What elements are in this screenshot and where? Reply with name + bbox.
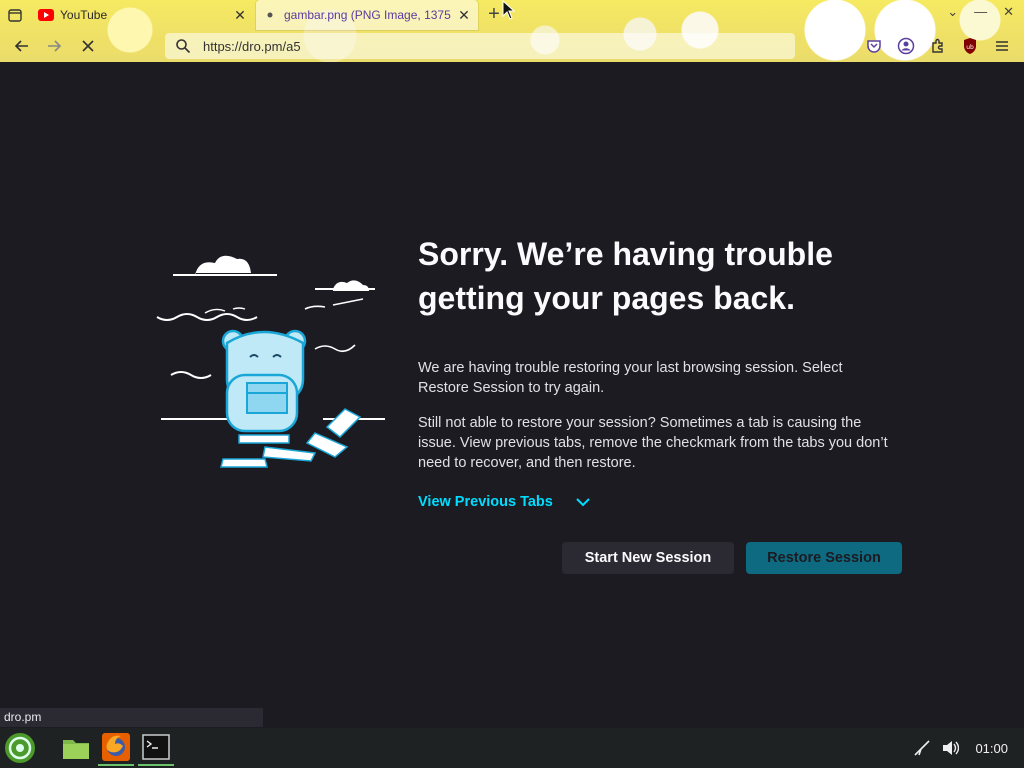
link-status-bar: dro.pm	[0, 708, 263, 727]
window-controls: ⌄ — ✕	[947, 4, 1014, 20]
clock[interactable]: 01:00	[975, 741, 1008, 756]
volume-icon[interactable]	[941, 739, 960, 757]
url-bar[interactable]: https://dro.pm/a5	[165, 33, 795, 59]
sad-bear-illustration	[156, 255, 385, 468]
back-button[interactable]	[10, 34, 34, 58]
tab-list-icon	[8, 9, 22, 22]
tab-label: YouTube	[60, 8, 108, 22]
restore-session-button[interactable]: Restore Session	[746, 542, 902, 574]
url-text: https://dro.pm/a5	[203, 38, 301, 54]
system-tray: 01:00	[913, 728, 1024, 768]
stop-icon	[82, 40, 94, 52]
close-window-icon[interactable]: ✕	[1003, 4, 1014, 20]
firefox-icon	[102, 733, 130, 761]
stop-button[interactable]	[76, 34, 100, 58]
opensuse-menu-icon	[5, 733, 35, 763]
restore-help-text: Still not able to restore your session? …	[418, 415, 888, 471]
minimize-icon[interactable]: —	[974, 4, 987, 20]
close-tab-icon[interactable]: ✕	[456, 7, 472, 24]
tab-youtube[interactable]: YouTube ✕	[32, 0, 254, 30]
taskbar: 01:00	[0, 728, 1024, 768]
loading-dot-icon	[262, 7, 278, 23]
close-tab-icon[interactable]: ✕	[232, 7, 248, 24]
pocket-icon[interactable]	[865, 37, 883, 55]
file-manager-icon	[63, 740, 89, 759]
menu-icon[interactable]	[993, 37, 1011, 55]
chevron-down-icon	[576, 498, 590, 507]
terminal-icon	[142, 734, 170, 760]
mouse-cursor-icon	[502, 0, 516, 20]
file-manager-button[interactable]	[58, 730, 94, 766]
start-new-session-button[interactable]: Start New Session	[562, 542, 734, 574]
tab-label: gambar.png (PNG Image, 1375	[284, 8, 451, 22]
ublock-icon[interactable]: ub	[961, 37, 979, 55]
opensuse-menu-button[interactable]	[2, 730, 38, 766]
back-arrow-icon	[14, 40, 28, 52]
extensions-icon[interactable]	[929, 37, 947, 55]
navigation-bar: https://dro.pm/a5 ub	[0, 30, 1024, 62]
account-icon[interactable]	[897, 37, 915, 55]
search-icon	[176, 39, 191, 54]
view-previous-tabs-label: View Previous Tabs	[418, 494, 553, 510]
forward-arrow-icon	[48, 40, 62, 52]
network-icon[interactable]	[913, 739, 931, 757]
firefox-taskbar-button[interactable]	[98, 730, 134, 766]
terminal-taskbar-button[interactable]	[138, 730, 174, 766]
view-previous-tabs-toggle[interactable]: View Previous Tabs	[418, 494, 591, 510]
session-restore-page: Sorry. We’re having trouble getting your…	[0, 62, 1024, 708]
svg-text:ub: ub	[966, 44, 974, 51]
chevron-down-icon[interactable]: ⌄	[947, 4, 958, 20]
tab-gambar-image[interactable]: gambar.png (PNG Image, 1375 ✕	[256, 0, 478, 30]
browser-chrome: YouTube ✕ gambar.png (PNG Image, 1375 ✕ …	[0, 0, 1024, 62]
restore-description: We are having trouble restoring your las…	[418, 360, 843, 396]
page-title: Sorry. We’re having trouble getting your…	[418, 236, 833, 316]
forward-button[interactable]	[42, 34, 66, 58]
tab-list-button[interactable]	[0, 0, 30, 30]
youtube-icon	[38, 7, 54, 23]
